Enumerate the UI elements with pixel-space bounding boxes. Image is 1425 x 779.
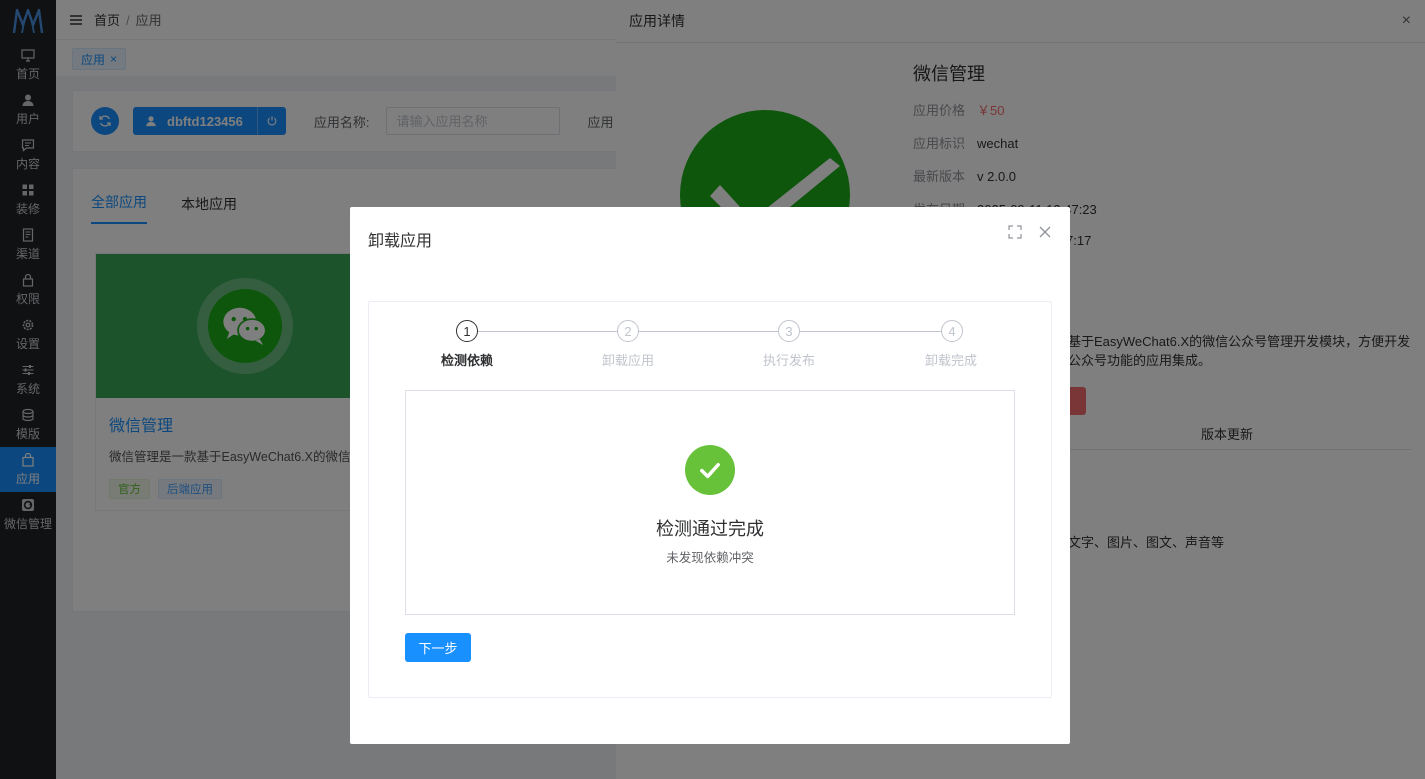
modal-title: 卸载应用 [368,233,433,250]
fullscreen-icon[interactable] [1008,225,1022,239]
modal-tools [1008,225,1052,239]
close-icon[interactable] [1038,225,1052,239]
steps: 1 2 3 4 检测依赖 卸载应用 执行发布 卸载完成 [369,320,1053,370]
uninstall-modal: 卸载应用 1 2 3 4 检测依赖 卸载应用 执行发布 卸载完成 检测通过完成 … [350,207,1070,744]
result-title: 检测通过完成 [656,519,764,539]
step-connector [639,331,778,332]
step-2-label: 卸载应用 [601,353,654,368]
step-3-circle: 3 [778,320,800,342]
steps-container: 1 2 3 4 检测依赖 卸载应用 执行发布 卸载完成 检测通过完成 未发现依赖… [368,301,1052,698]
step-4-label: 卸载完成 [924,353,977,368]
result-subtitle: 未发现依赖冲突 [666,551,754,565]
step-connector [478,331,617,332]
step-1-circle: 1 [456,320,478,342]
result-panel: 检测通过完成 未发现依赖冲突 [405,390,1015,615]
check-circle-icon [685,445,735,495]
step-3-label: 执行发布 [762,353,815,368]
step-connector [800,331,941,332]
step-2-circle: 2 [617,320,639,342]
step-1-label: 检测依赖 [440,353,493,368]
next-step-button[interactable]: 下一步 [405,633,471,662]
step-4-circle: 4 [941,320,963,342]
